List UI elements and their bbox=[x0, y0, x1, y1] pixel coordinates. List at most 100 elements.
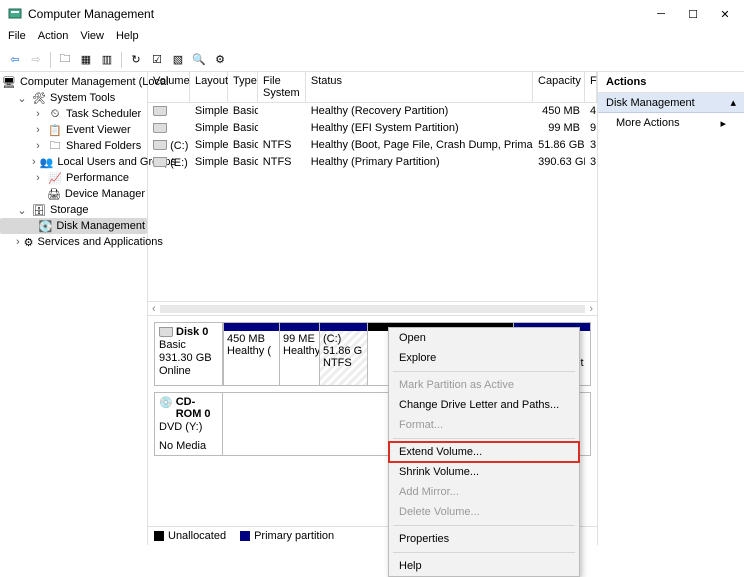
tree-local-users[interactable]: ›👥Local Users and Groups bbox=[0, 154, 147, 170]
back-icon[interactable]: ⇦ bbox=[6, 51, 24, 69]
services-icon: ⚙ bbox=[24, 235, 34, 249]
cdrom-state: No Media bbox=[159, 440, 218, 452]
partition-recovery[interactable]: 450 MBHealthy ( bbox=[223, 323, 279, 385]
cell: 99 MB bbox=[533, 121, 585, 136]
tree-performance[interactable]: ›📈Performance bbox=[0, 170, 147, 186]
forward-icon[interactable]: ⇨ bbox=[27, 51, 45, 69]
title-bar: Computer Management ─ ☐ ✕ bbox=[0, 0, 744, 28]
refresh-icon[interactable]: ↻ bbox=[127, 51, 145, 69]
ctx-format: Format... bbox=[389, 415, 579, 435]
navigation-tree: 🖥 Computer Management (Local ⌄ 🛠 System … bbox=[0, 72, 148, 545]
volume-icon bbox=[153, 123, 167, 133]
cell: 51.86 GB bbox=[533, 138, 585, 153]
gear-icon[interactable]: ⚙ bbox=[211, 51, 229, 69]
cell: (E:) bbox=[170, 157, 188, 169]
minimize-button[interactable]: ─ bbox=[654, 7, 668, 21]
tree-root[interactable]: 🖥 Computer Management (Local bbox=[0, 74, 147, 90]
ctx-explore[interactable]: Explore bbox=[389, 348, 579, 368]
view-icon[interactable]: ▦ bbox=[77, 51, 95, 69]
maximize-button[interactable]: ☐ bbox=[686, 7, 700, 21]
list-header: Volume Layout Type File System Status Ca… bbox=[148, 72, 597, 103]
perf-icon: 📈 bbox=[48, 171, 62, 185]
table-row[interactable]: (E:)SimpleBasicNTFSHealthy (Primary Part… bbox=[148, 154, 597, 171]
expand-icon[interactable]: › bbox=[32, 140, 44, 152]
legend-swatch-unallocated bbox=[154, 531, 164, 541]
toolbar-icon[interactable]: ▧ bbox=[169, 51, 187, 69]
part-label: 99 ME bbox=[283, 333, 316, 345]
folder-icon: 🗀 bbox=[48, 139, 62, 153]
disk-state: Online bbox=[159, 365, 218, 377]
part-label: (C:) bbox=[323, 333, 364, 345]
scroll-left-icon[interactable]: ‹ bbox=[152, 303, 156, 315]
expand-icon[interactable]: › bbox=[32, 124, 44, 136]
chevron-right-icon: ▸ bbox=[720, 117, 726, 130]
actions-section[interactable]: Disk Management ▴ bbox=[598, 93, 744, 113]
cell: NTFS bbox=[258, 155, 306, 170]
header-layout[interactable]: Layout bbox=[190, 72, 228, 102]
header-volume[interactable]: Volume bbox=[148, 72, 190, 102]
tree-storage[interactable]: ⌄🗄Storage bbox=[0, 202, 147, 218]
ctx-properties[interactable]: Properties bbox=[389, 529, 579, 549]
more-actions[interactable]: More Actions ▸ bbox=[598, 113, 744, 134]
expand-icon[interactable]: › bbox=[32, 156, 36, 168]
cdrom-icon: 💿 bbox=[159, 396, 173, 420]
app-icon bbox=[8, 7, 22, 21]
header-f[interactable]: F bbox=[585, 72, 597, 102]
tree-event-viewer[interactable]: ›📋Event Viewer bbox=[0, 122, 147, 138]
collapse-icon[interactable]: ⌄ bbox=[16, 204, 28, 217]
table-row[interactable]: SimpleBasicHealthy (EFI System Partition… bbox=[148, 120, 597, 137]
menu-bar: File Action View Help bbox=[0, 28, 744, 48]
expand-icon[interactable]: › bbox=[32, 108, 44, 120]
properties-icon[interactable]: ☑ bbox=[148, 51, 166, 69]
tree-disk-management[interactable]: 💽Disk Management bbox=[0, 218, 147, 234]
header-fs[interactable]: File System bbox=[258, 72, 306, 102]
part-label: Healthy bbox=[283, 345, 316, 357]
table-row[interactable]: (C:)SimpleBasicNTFSHealthy (Boot, Page F… bbox=[148, 137, 597, 154]
ctx-extend-volume[interactable]: Extend Volume... bbox=[389, 442, 579, 462]
close-button[interactable]: ✕ bbox=[718, 7, 732, 21]
disk-icon: 💽 bbox=[39, 219, 53, 233]
partition-c[interactable]: (C:)51.86 GNTFS bbox=[319, 323, 367, 385]
menu-action[interactable]: Action bbox=[38, 30, 69, 46]
tree-task-scheduler[interactable]: ›⏲Task Scheduler bbox=[0, 106, 147, 122]
search-icon[interactable]: 🔍 bbox=[190, 51, 208, 69]
tree-device-manager[interactable]: 🖨Device Manager bbox=[0, 186, 147, 202]
view2-icon[interactable]: ▥ bbox=[98, 51, 116, 69]
header-capacity[interactable]: Capacity bbox=[533, 72, 585, 102]
folder-icon[interactable]: 🗀 bbox=[56, 51, 74, 69]
horizontal-scrollbar[interactable]: ‹› bbox=[148, 301, 597, 315]
expand-icon[interactable]: › bbox=[16, 236, 20, 248]
chevron-up-icon: ▴ bbox=[730, 96, 736, 109]
ctx-open[interactable]: Open bbox=[389, 328, 579, 348]
menu-view[interactable]: View bbox=[80, 30, 104, 46]
actions-section-label: Disk Management bbox=[606, 97, 695, 109]
tree-services-apps[interactable]: ›⚙Services and Applications bbox=[0, 234, 147, 250]
header-status[interactable]: Status bbox=[306, 72, 533, 102]
scroll-right-icon[interactable]: › bbox=[589, 303, 593, 315]
ctx-change-letter[interactable]: Change Drive Letter and Paths... bbox=[389, 395, 579, 415]
expand-icon[interactable]: › bbox=[32, 172, 44, 184]
cell bbox=[258, 104, 306, 119]
tools-icon: 🛠 bbox=[32, 91, 46, 105]
cdrom-sub: DVD (Y:) bbox=[159, 421, 218, 433]
menu-help[interactable]: Help bbox=[116, 30, 139, 46]
tree-system-tools[interactable]: ⌄ 🛠 System Tools bbox=[0, 90, 147, 106]
part-label: Healthy ( bbox=[227, 345, 276, 357]
partition-efi[interactable]: 99 MEHealthy bbox=[279, 323, 319, 385]
ctx-help[interactable]: Help bbox=[389, 556, 579, 576]
cell: Simple bbox=[190, 104, 228, 119]
volume-list: Volume Layout Type File System Status Ca… bbox=[148, 72, 597, 316]
cell: Basic bbox=[228, 121, 258, 136]
ctx-shrink-volume[interactable]: Shrink Volume... bbox=[389, 462, 579, 482]
collapse-icon[interactable]: ⌄ bbox=[16, 92, 28, 105]
cell: Healthy (EFI System Partition) bbox=[306, 121, 533, 136]
tree-shared-folders[interactable]: ›🗀Shared Folders bbox=[0, 138, 147, 154]
cell: 9 bbox=[585, 121, 597, 136]
table-row[interactable]: SimpleBasicHealthy (Recovery Partition)4… bbox=[148, 103, 597, 120]
menu-file[interactable]: File bbox=[8, 30, 26, 46]
cell: Healthy (Recovery Partition) bbox=[306, 104, 533, 119]
tree-label: Task Scheduler bbox=[66, 108, 141, 120]
separator bbox=[393, 438, 575, 439]
header-type[interactable]: Type bbox=[228, 72, 258, 102]
separator bbox=[393, 525, 575, 526]
